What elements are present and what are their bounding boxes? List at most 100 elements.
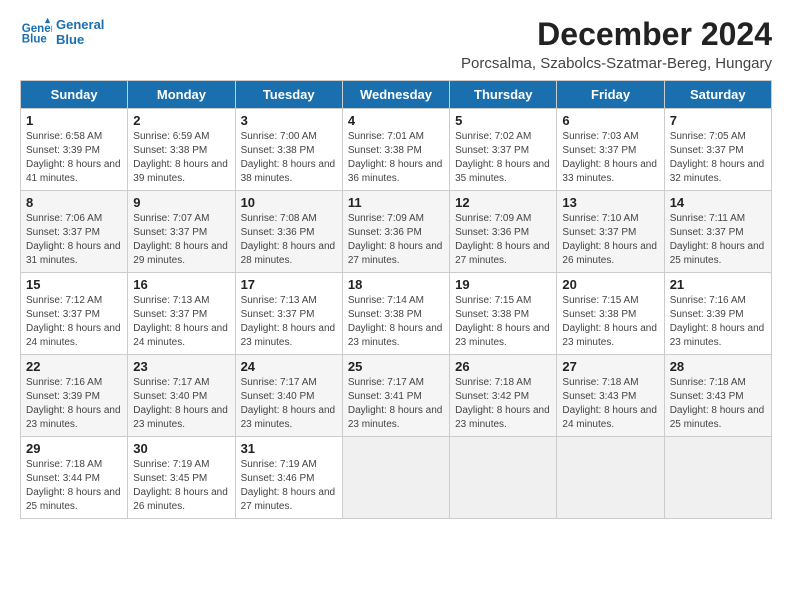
day-info: Sunrise: 7:03 AM Sunset: 3:37 PM Dayligh… <box>562 130 658 186</box>
calendar-cell: 28 Sunrise: 7:18 AM Sunset: 3:43 PM Dayl… <box>664 355 771 437</box>
day-number: 27 <box>562 359 658 374</box>
day-info: Sunrise: 7:15 AM Sunset: 3:38 PM Dayligh… <box>455 294 551 350</box>
col-header-tuesday: Tuesday <box>235 81 342 109</box>
calendar-cell: 30 Sunrise: 7:19 AM Sunset: 3:45 PM Dayl… <box>128 437 235 519</box>
day-info: Sunrise: 7:17 AM Sunset: 3:41 PM Dayligh… <box>348 376 444 432</box>
day-number: 14 <box>670 195 766 210</box>
day-number: 19 <box>455 277 551 292</box>
calendar-cell: 11 Sunrise: 7:09 AM Sunset: 3:36 PM Dayl… <box>342 191 449 273</box>
day-info: Sunrise: 7:10 AM Sunset: 3:37 PM Dayligh… <box>562 212 658 268</box>
col-header-friday: Friday <box>557 81 664 109</box>
svg-text:Blue: Blue <box>22 34 48 46</box>
day-info: Sunrise: 7:16 AM Sunset: 3:39 PM Dayligh… <box>26 376 122 432</box>
calendar-cell: 3 Sunrise: 7:00 AM Sunset: 3:38 PM Dayli… <box>235 109 342 191</box>
day-number: 13 <box>562 195 658 210</box>
logo: General Blue General Blue <box>20 16 104 48</box>
day-info: Sunrise: 7:15 AM Sunset: 3:38 PM Dayligh… <box>562 294 658 350</box>
col-header-wednesday: Wednesday <box>342 81 449 109</box>
day-number: 21 <box>670 277 766 292</box>
logo-line1: General <box>56 17 104 32</box>
day-number: 24 <box>241 359 337 374</box>
day-info: Sunrise: 7:17 AM Sunset: 3:40 PM Dayligh… <box>133 376 229 432</box>
day-number: 4 <box>348 113 444 128</box>
day-number: 1 <box>26 113 122 128</box>
day-info: Sunrise: 7:09 AM Sunset: 3:36 PM Dayligh… <box>348 212 444 268</box>
col-header-sunday: Sunday <box>21 81 128 109</box>
day-number: 18 <box>348 277 444 292</box>
day-info: Sunrise: 7:16 AM Sunset: 3:39 PM Dayligh… <box>670 294 766 350</box>
calendar-cell: 31 Sunrise: 7:19 AM Sunset: 3:46 PM Dayl… <box>235 437 342 519</box>
calendar-cell: 15 Sunrise: 7:12 AM Sunset: 3:37 PM Dayl… <box>21 273 128 355</box>
calendar-cell: 19 Sunrise: 7:15 AM Sunset: 3:38 PM Dayl… <box>450 273 557 355</box>
day-info: Sunrise: 7:07 AM Sunset: 3:37 PM Dayligh… <box>133 212 229 268</box>
col-header-monday: Monday <box>128 81 235 109</box>
calendar-cell: 21 Sunrise: 7:16 AM Sunset: 3:39 PM Dayl… <box>664 273 771 355</box>
calendar-cell: 20 Sunrise: 7:15 AM Sunset: 3:38 PM Dayl… <box>557 273 664 355</box>
day-info: Sunrise: 7:00 AM Sunset: 3:38 PM Dayligh… <box>241 130 337 186</box>
calendar-cell: 27 Sunrise: 7:18 AM Sunset: 3:43 PM Dayl… <box>557 355 664 437</box>
day-info: Sunrise: 7:19 AM Sunset: 3:45 PM Dayligh… <box>133 458 229 514</box>
day-number: 23 <box>133 359 229 374</box>
title-block: December 2024 Porcsalma, Szabolcs-Szatma… <box>461 16 772 72</box>
day-number: 22 <box>26 359 122 374</box>
month-title: December 2024 <box>461 16 772 53</box>
calendar-week-2: 8 Sunrise: 7:06 AM Sunset: 3:37 PM Dayli… <box>21 191 772 273</box>
calendar-cell <box>450 437 557 519</box>
calendar-cell: 14 Sunrise: 7:11 AM Sunset: 3:37 PM Dayl… <box>664 191 771 273</box>
calendar-week-4: 22 Sunrise: 7:16 AM Sunset: 3:39 PM Dayl… <box>21 355 772 437</box>
day-number: 16 <box>133 277 229 292</box>
day-number: 5 <box>455 113 551 128</box>
day-number: 17 <box>241 277 337 292</box>
day-info: Sunrise: 7:01 AM Sunset: 3:38 PM Dayligh… <box>348 130 444 186</box>
calendar-table: SundayMondayTuesdayWednesdayThursdayFrid… <box>20 80 772 519</box>
calendar-cell: 29 Sunrise: 7:18 AM Sunset: 3:44 PM Dayl… <box>21 437 128 519</box>
day-info: Sunrise: 7:18 AM Sunset: 3:44 PM Dayligh… <box>26 458 122 514</box>
day-info: Sunrise: 7:13 AM Sunset: 3:37 PM Dayligh… <box>241 294 337 350</box>
day-info: Sunrise: 6:59 AM Sunset: 3:38 PM Dayligh… <box>133 130 229 186</box>
day-info: Sunrise: 7:18 AM Sunset: 3:43 PM Dayligh… <box>670 376 766 432</box>
calendar-cell: 26 Sunrise: 7:18 AM Sunset: 3:42 PM Dayl… <box>450 355 557 437</box>
logo-icon: General Blue <box>20 16 52 48</box>
day-info: Sunrise: 7:18 AM Sunset: 3:42 PM Dayligh… <box>455 376 551 432</box>
day-number: 7 <box>670 113 766 128</box>
calendar-week-3: 15 Sunrise: 7:12 AM Sunset: 3:37 PM Dayl… <box>21 273 772 355</box>
calendar-cell: 1 Sunrise: 6:58 AM Sunset: 3:39 PM Dayli… <box>21 109 128 191</box>
day-number: 2 <box>133 113 229 128</box>
calendar-cell: 2 Sunrise: 6:59 AM Sunset: 3:38 PM Dayli… <box>128 109 235 191</box>
day-number: 15 <box>26 277 122 292</box>
day-info: Sunrise: 7:08 AM Sunset: 3:36 PM Dayligh… <box>241 212 337 268</box>
day-info: Sunrise: 7:18 AM Sunset: 3:43 PM Dayligh… <box>562 376 658 432</box>
day-number: 3 <box>241 113 337 128</box>
logo-line2: Blue <box>56 32 104 47</box>
calendar-cell: 6 Sunrise: 7:03 AM Sunset: 3:37 PM Dayli… <box>557 109 664 191</box>
day-number: 11 <box>348 195 444 210</box>
calendar-cell: 25 Sunrise: 7:17 AM Sunset: 3:41 PM Dayl… <box>342 355 449 437</box>
col-header-saturday: Saturday <box>664 81 771 109</box>
day-number: 29 <box>26 441 122 456</box>
calendar-cell: 9 Sunrise: 7:07 AM Sunset: 3:37 PM Dayli… <box>128 191 235 273</box>
calendar-cell: 5 Sunrise: 7:02 AM Sunset: 3:37 PM Dayli… <box>450 109 557 191</box>
day-info: Sunrise: 7:13 AM Sunset: 3:37 PM Dayligh… <box>133 294 229 350</box>
day-number: 10 <box>241 195 337 210</box>
day-info: Sunrise: 7:09 AM Sunset: 3:36 PM Dayligh… <box>455 212 551 268</box>
day-number: 26 <box>455 359 551 374</box>
day-number: 30 <box>133 441 229 456</box>
day-info: Sunrise: 7:11 AM Sunset: 3:37 PM Dayligh… <box>670 212 766 268</box>
calendar-cell <box>557 437 664 519</box>
calendar-cell: 23 Sunrise: 7:17 AM Sunset: 3:40 PM Dayl… <box>128 355 235 437</box>
calendar-cell: 7 Sunrise: 7:05 AM Sunset: 3:37 PM Dayli… <box>664 109 771 191</box>
calendar-cell: 16 Sunrise: 7:13 AM Sunset: 3:37 PM Dayl… <box>128 273 235 355</box>
calendar-cell: 22 Sunrise: 7:16 AM Sunset: 3:39 PM Dayl… <box>21 355 128 437</box>
day-info: Sunrise: 7:12 AM Sunset: 3:37 PM Dayligh… <box>26 294 122 350</box>
day-number: 12 <box>455 195 551 210</box>
day-info: Sunrise: 7:05 AM Sunset: 3:37 PM Dayligh… <box>670 130 766 186</box>
day-info: Sunrise: 6:58 AM Sunset: 3:39 PM Dayligh… <box>26 130 122 186</box>
day-info: Sunrise: 7:02 AM Sunset: 3:37 PM Dayligh… <box>455 130 551 186</box>
calendar-cell: 24 Sunrise: 7:17 AM Sunset: 3:40 PM Dayl… <box>235 355 342 437</box>
calendar-cell: 13 Sunrise: 7:10 AM Sunset: 3:37 PM Dayl… <box>557 191 664 273</box>
calendar-cell: 10 Sunrise: 7:08 AM Sunset: 3:36 PM Dayl… <box>235 191 342 273</box>
calendar-week-5: 29 Sunrise: 7:18 AM Sunset: 3:44 PM Dayl… <box>21 437 772 519</box>
day-info: Sunrise: 7:14 AM Sunset: 3:38 PM Dayligh… <box>348 294 444 350</box>
day-number: 8 <box>26 195 122 210</box>
day-number: 31 <box>241 441 337 456</box>
